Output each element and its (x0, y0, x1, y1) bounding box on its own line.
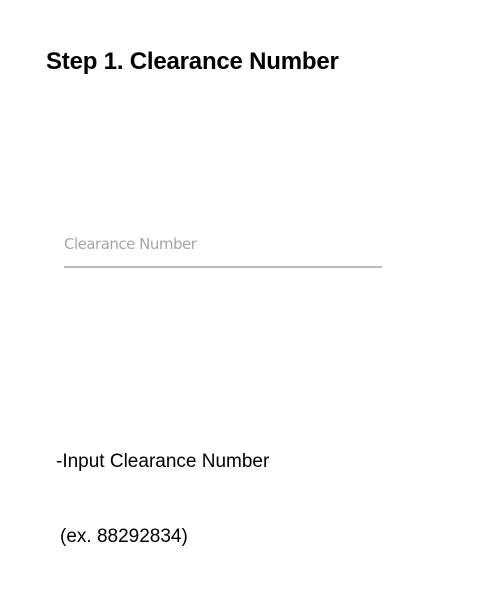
instruction-line: -Input Clearance Number (56, 451, 270, 472)
step-title: Step 1. Clearance Number (46, 48, 339, 75)
instruction-example: (ex. 88292834) (60, 526, 188, 547)
instruction-text: -Input Clearance Number (ex. 88292834) (56, 399, 269, 574)
clearance-number-input[interactable] (64, 228, 382, 268)
clearance-number-field (64, 228, 382, 269)
